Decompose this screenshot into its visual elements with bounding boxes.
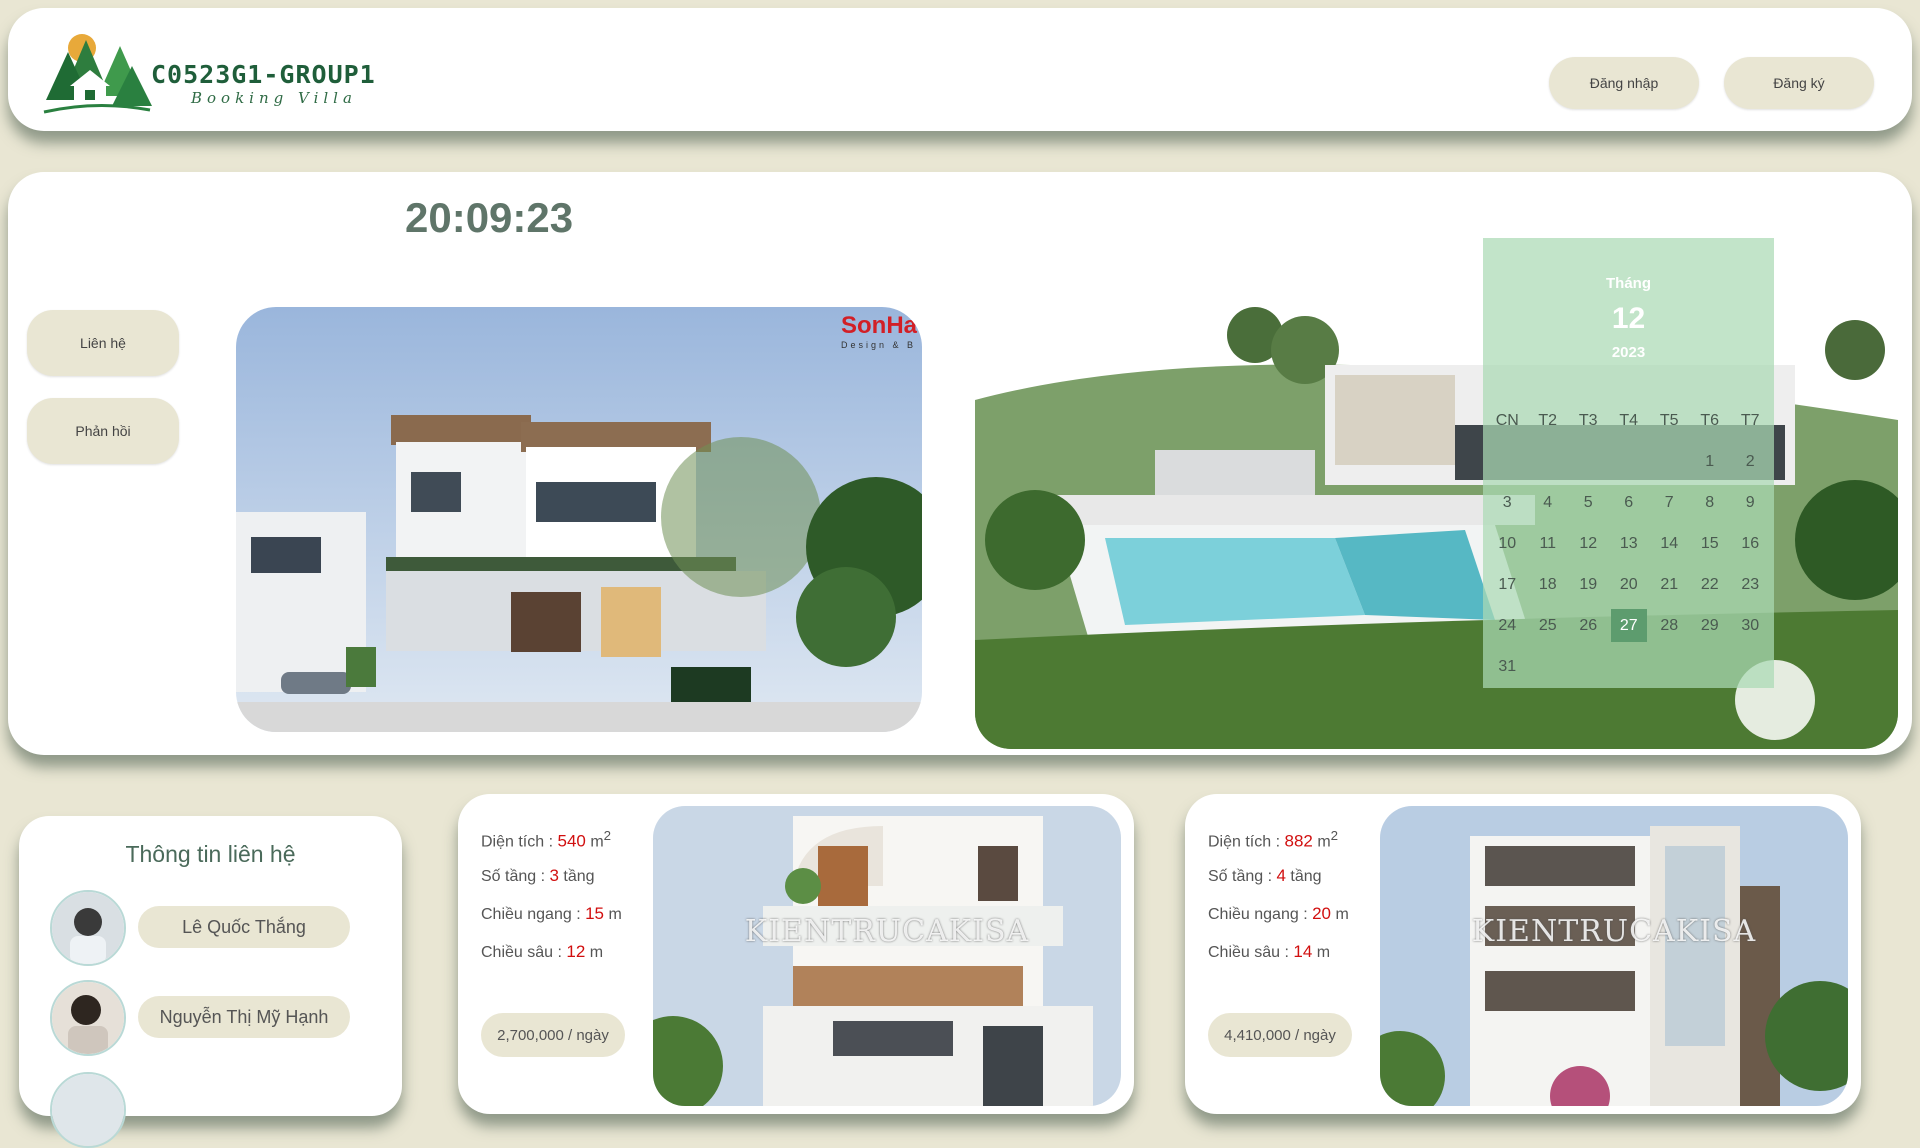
photo-watermark: KIENTRUCAKISA: [744, 914, 1030, 949]
calendar-day[interactable]: 5: [1568, 482, 1609, 523]
contact-name[interactable]: Lê Quốc Thắng: [138, 906, 350, 948]
feedback-button[interactable]: Phản hồi: [27, 398, 179, 464]
calendar-day[interactable]: 7: [1649, 482, 1690, 523]
calendar-day[interactable]: 26: [1568, 605, 1609, 646]
calendar-day[interactable]: 3: [1487, 482, 1528, 523]
villa-width: Chiều ngang : 15 m: [481, 904, 622, 923]
register-button[interactable]: Đăng ký: [1724, 57, 1874, 109]
calendar-blank: [1528, 441, 1569, 482]
photo-watermark: KIENTRUCAKISA: [1471, 914, 1757, 949]
calendar-weekday: T5: [1659, 411, 1679, 429]
calendar-day[interactable]: 25: [1528, 605, 1569, 646]
villa-floors: Số tầng : 4 tầng: [1208, 866, 1322, 885]
avatar: [50, 1072, 126, 1148]
calendar-day[interactable]: 17: [1487, 564, 1528, 605]
top-header: C0523G1-GROUP1 Booking Villa Đăng nhập Đ…: [8, 8, 1912, 131]
calendar-blank: [1609, 441, 1650, 482]
calendar: Tháng 12 2023 CN T2 T3 T4 T5 T6 T7 1 2 3 4 5 6 7 8 9 10 1…: [1483, 238, 1774, 688]
calendar-day[interactable]: 24: [1487, 605, 1528, 646]
villa-photo[interactable]: KIENTRUCAKISA: [1380, 806, 1848, 1106]
hero-section: 20:09:23 Liên hệ Phản hồi SonHa Design &…: [8, 172, 1912, 755]
villa-depth: Chiều sâu : 12 m: [481, 942, 604, 961]
calendar-weekday: T4: [1619, 411, 1639, 429]
villa-width: Chiều ngang : 20 m: [1208, 904, 1349, 923]
calendar-day[interactable]: 13: [1609, 523, 1650, 564]
login-button[interactable]: Đăng nhập: [1549, 57, 1699, 109]
calendar-day[interactable]: 16: [1730, 523, 1771, 564]
calendar-day[interactable]: 30: [1730, 605, 1771, 646]
avatar: [50, 890, 126, 966]
brand-name: C0523G1-GROUP1: [151, 60, 376, 89]
villa-depth: Chiều sâu : 14 m: [1208, 942, 1331, 961]
calendar-day[interactable]: 8: [1690, 482, 1731, 523]
calendar-day[interactable]: 29: [1690, 605, 1731, 646]
villa-photo-modern: SonHa Design & B: [236, 307, 922, 732]
photo-watermark: SonHa Design & B: [841, 312, 917, 350]
calendar-day[interactable]: 15: [1690, 523, 1731, 564]
calendar-month: 12: [1611, 302, 1646, 335]
calendar-day[interactable]: 21: [1649, 564, 1690, 605]
contact-info-panel: Thông tin liên hệ Lê Quốc Thắng Nguyễn T…: [19, 816, 402, 1148]
calendar-weekday: T2: [1538, 411, 1558, 429]
calendar-blank: [1649, 441, 1690, 482]
villa-floors: Số tầng : 3 tầng: [481, 866, 595, 885]
calendar-day[interactable]: 9: [1730, 482, 1771, 523]
villa-price-button[interactable]: 4,410,000 / ngày: [1208, 1013, 1352, 1057]
logo-icon[interactable]: [42, 30, 152, 118]
calendar-day[interactable]: 10: [1487, 523, 1528, 564]
watermark-main: SonHa: [841, 312, 918, 339]
villa-card[interactable]: Diện tích : 882 m2 Số tầng : 4 tầng Chiề…: [1185, 794, 1861, 1114]
calendar-day[interactable]: 11: [1528, 523, 1569, 564]
calendar-blank: [1487, 441, 1528, 482]
contact-name[interactable]: Nguyễn Thị Mỹ Hạnh: [138, 996, 350, 1038]
calendar-day[interactable]: 4: [1528, 482, 1569, 523]
villa-photo[interactable]: KIENTRUCAKISA: [653, 806, 1121, 1106]
villa-card[interactable]: Diện tích : 540 m2 Số tầng : 3 tầng Chiề…: [458, 794, 1134, 1114]
avatar: [50, 980, 126, 1056]
calendar-day[interactable]: 19: [1568, 564, 1609, 605]
calendar-blank: [1568, 441, 1609, 482]
calendar-day[interactable]: 2: [1730, 441, 1771, 482]
calendar-day[interactable]: 6: [1609, 482, 1650, 523]
calendar-day[interactable]: 18: [1528, 564, 1569, 605]
villa-area: Diện tích : 882 m2: [1208, 828, 1339, 851]
contact-info-title: Thông tin liên hệ: [125, 841, 296, 867]
calendar-day[interactable]: 23: [1730, 564, 1771, 605]
villa-area: Diện tích : 540 m2: [481, 828, 612, 851]
calendar-day[interactable]: 31: [1487, 646, 1528, 687]
calendar-day[interactable]: 12: [1568, 523, 1609, 564]
calendar-weekday: T6: [1700, 411, 1720, 429]
brand-tagline: Booking Villa: [191, 89, 357, 107]
calendar-day[interactable]: 14: [1649, 523, 1690, 564]
calendar-year: 2023: [1611, 344, 1646, 361]
calendar-month-label: Tháng: [1606, 275, 1651, 292]
calendar-day[interactable]: 28: [1649, 605, 1690, 646]
calendar-day[interactable]: 22: [1690, 564, 1731, 605]
calendar-grid: CN T2 T3 T4 T5 T6 T7 1 2 3 4 5 6 7 8 9 10 11 12 13 14 15 16 17 1…: [1487, 400, 1771, 687]
calendar-day-today[interactable]: 27: [1610, 609, 1647, 642]
calendar-day[interactable]: 1: [1690, 441, 1731, 482]
calendar-weekday: T3: [1578, 411, 1598, 429]
calendar-weekday: CN: [1495, 411, 1519, 429]
calendar-weekday: T7: [1740, 411, 1760, 429]
watermark-sub: Design & B: [841, 340, 917, 350]
calendar-day[interactable]: 20: [1609, 564, 1650, 605]
clock: 20:09:23: [405, 194, 574, 241]
villa-price-button[interactable]: 2,700,000 / ngày: [481, 1013, 625, 1057]
contact-button[interactable]: Liên hệ: [27, 310, 179, 376]
